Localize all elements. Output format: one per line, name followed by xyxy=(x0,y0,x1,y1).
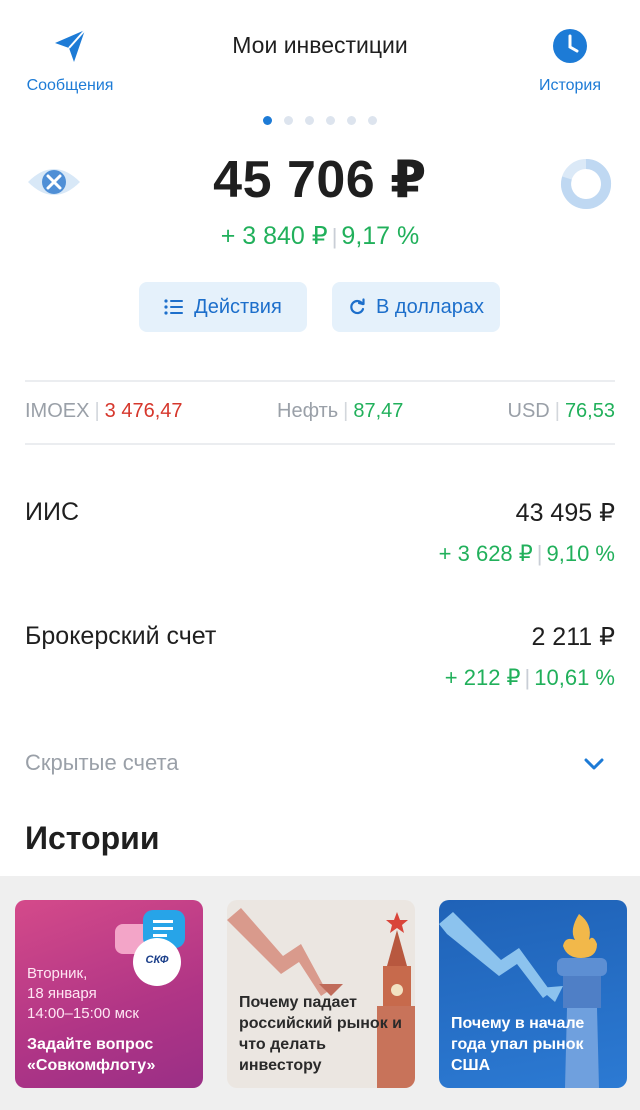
pager-dot[interactable] xyxy=(305,116,314,125)
portfolio-gain-abs: + 3 840 ₽ xyxy=(220,222,328,250)
pager-dot[interactable] xyxy=(284,116,293,125)
divider: | xyxy=(343,400,349,422)
ticker-usd[interactable]: USD | 76,53 xyxy=(508,400,616,423)
portfolio-chart-button[interactable] xyxy=(558,156,614,212)
ticker-name: USD xyxy=(507,400,550,422)
story-card[interactable]: Почему падает российский рынок и что дел… xyxy=(227,900,415,1088)
account-value[interactable]: 43 495 ₽ xyxy=(516,498,615,528)
pager-dot[interactable] xyxy=(347,116,356,125)
account-gain-abs: + 3 628 ₽ xyxy=(438,541,533,566)
usd-label: В долларах xyxy=(376,295,484,318)
ticker-value: 87,47 xyxy=(353,400,404,422)
divider: | xyxy=(331,224,338,249)
refresh-icon xyxy=(350,298,365,315)
portfolio-gain: + 3 840 ₽ | 9,17 % xyxy=(0,221,640,251)
account-name[interactable]: ИИС xyxy=(25,498,79,527)
ticker-imoex[interactable]: IMOEX | 3 476,47 xyxy=(25,400,183,423)
story-date: Вторник, 18 января 14:00–15:00 мск xyxy=(27,965,139,1022)
ticker-value: 76,53 xyxy=(564,400,615,422)
history-label: История xyxy=(538,77,602,94)
pager-dot[interactable] xyxy=(368,116,377,125)
portfolio-donut-icon xyxy=(561,158,612,209)
chevron-down-icon[interactable] xyxy=(582,754,606,774)
ticker-oil[interactable]: Нефть | 87,47 xyxy=(277,400,403,423)
clock-icon xyxy=(550,26,590,66)
divider: | xyxy=(94,400,100,422)
ticker-value: 3 476,47 xyxy=(104,400,183,422)
account-name[interactable]: Брокерский счет xyxy=(25,622,216,651)
history-button[interactable]: История xyxy=(520,26,620,95)
pager-dots[interactable] xyxy=(0,112,640,130)
usd-toggle-button[interactable]: В долларах xyxy=(332,282,500,332)
divider: | xyxy=(524,665,531,690)
account-gain: + 3 628 ₽ | 9,10 % xyxy=(439,541,615,567)
story-text: Почему падает российский рынок и что дел… xyxy=(239,994,402,1074)
story-card[interactable]: СКФ Вторник, 18 января 14:00–15:00 мск З… xyxy=(15,900,203,1088)
story-text: Почему в начале года упал рынок США xyxy=(451,1015,585,1074)
actions-button[interactable]: Действия xyxy=(139,282,307,332)
header: Сообщения Мои инвестиции История xyxy=(0,0,640,110)
list-icon xyxy=(164,299,184,315)
account-gain-pct: 10,61 % xyxy=(534,665,615,690)
account-gain-abs: + 212 ₽ xyxy=(444,665,521,690)
pager-dot[interactable] xyxy=(326,116,335,125)
divider xyxy=(25,443,615,445)
divider: | xyxy=(536,541,543,566)
story-text: Задайте вопрос «Совкомфлоту» xyxy=(27,1036,156,1074)
divider xyxy=(25,380,615,382)
actions-label: Действия xyxy=(194,295,282,318)
messages-label: Сообщения xyxy=(26,77,114,94)
story-card[interactable]: Почему в начале года упал рынок США xyxy=(439,900,627,1088)
account-value[interactable]: 2 211 ₽ xyxy=(531,622,615,652)
portfolio-gain-pct: 9,17 % xyxy=(341,222,420,250)
account-gain-pct: 9,10 % xyxy=(546,541,616,566)
divider: | xyxy=(554,400,560,422)
account-gain: + 212 ₽ | 10,61 % xyxy=(445,665,615,691)
pager-dot[interactable] xyxy=(263,116,272,125)
portfolio-total: 45 706 ₽ xyxy=(213,151,427,209)
stories-title: Истории xyxy=(25,820,160,856)
ticker-name: IMOEX xyxy=(25,400,90,422)
ticker-name: Нефть xyxy=(277,400,339,422)
hidden-accounts-toggle[interactable]: Скрытые счета xyxy=(25,750,179,776)
